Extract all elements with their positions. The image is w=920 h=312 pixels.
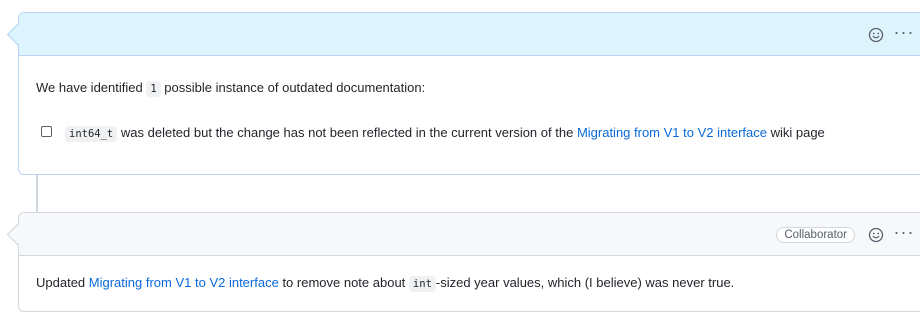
wiki-page-link[interactable]: Migrating from V1 to V2 interface — [577, 125, 767, 140]
collaborator-badge: Collaborator — [776, 226, 855, 243]
wiki-page-link[interactable]: Migrating from V1 to V2 interface — [89, 275, 279, 290]
task-checkbox[interactable] — [41, 126, 52, 137]
comment-bot: ··· We have identified 1 possible instan… — [18, 12, 920, 175]
comment-collaborator: Collaborator ··· Updated Migrating from … — [18, 212, 920, 312]
smiley-icon[interactable] — [865, 24, 887, 46]
kebab-icon[interactable]: ··· — [893, 21, 915, 49]
update-note: Updated Migrating from V1 to V2 interfac… — [36, 275, 735, 292]
timeline-connector — [36, 175, 38, 215]
comment-header: Collaborator ··· — [19, 213, 920, 256]
outdated-docs-intro: We have identified 1 possible instance o… — [36, 80, 426, 97]
smiley-icon[interactable] — [865, 224, 887, 246]
task-code: int64_t — [65, 126, 118, 142]
comment-header: ··· — [19, 13, 920, 56]
int-code: int — [408, 276, 436, 292]
task-item: int64_t was deleted but the change has n… — [41, 123, 841, 144]
count-code: 1 — [146, 81, 161, 97]
kebab-icon[interactable]: ··· — [893, 221, 915, 249]
